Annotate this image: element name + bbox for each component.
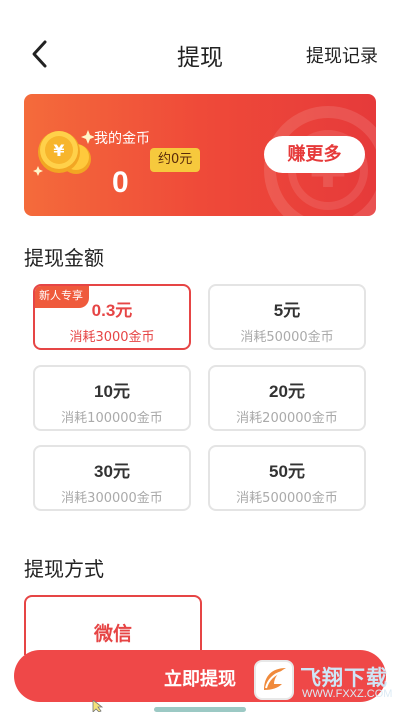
option-amount: 10元 [94,382,130,401]
amount-option-50[interactable]: 50元 消耗500000金币 [208,445,366,511]
mouse-cursor-icon [92,700,104,712]
watermark-url: WWW.FXXZ.COM [302,688,393,700]
option-cost: 消耗200000金币 [236,411,338,426]
option-cost: 消耗300000金币 [61,491,163,506]
earn-more-button[interactable]: 赚更多 [264,136,365,173]
fxxz-logo-icon [254,660,294,700]
amount-option-5[interactable]: 5元 消耗50000金币 [208,284,366,350]
amount-option-0.3[interactable]: 0.3元 消耗3000金币 新人专享 [33,284,191,350]
option-amount: 5元 [273,301,301,320]
amount-option-30[interactable]: 30元 消耗300000金币 [33,445,191,511]
option-cost: 消耗100000金币 [61,411,163,426]
my-coins-label: 我的金币 [94,131,150,147]
withdraw-history-link[interactable]: 提现记录 [306,42,378,68]
wechat-label: 微信 [93,623,132,645]
option-cost: 消耗500000金币 [236,491,338,506]
option-amount: 20元 [269,382,305,401]
coin-balance-value: 0 [112,166,129,199]
option-cost: 消耗50000金币 [240,330,334,345]
coin-symbol: ¥ [53,141,64,160]
gold-coin-icon: ¥ [33,130,94,176]
option-amount: 30元 [94,462,130,481]
withdraw-method-title: 提现方式 [24,557,104,581]
new-user-tag: 新人专享 [35,286,89,308]
approx-cash-badge: 约0元 [150,148,201,172]
amount-option-20[interactable]: 20元 消耗200000金币 [208,365,366,431]
coin-balance-card: ¥ ¥ 我的金币 0 约0元 赚更多 [24,94,376,216]
option-cost: 消耗3000金币 [69,330,155,345]
withdraw-amount-title: 提现金额 [24,246,104,270]
amount-option-10[interactable]: 10元 消耗100000金币 [33,365,191,431]
site-watermark-logo: 飞翔下载 WWW.FXXZ.COM [250,658,398,704]
home-indicator[interactable] [154,707,246,712]
option-amount: 50元 [269,462,305,481]
method-option-wechat[interactable]: 微信 [24,595,202,655]
